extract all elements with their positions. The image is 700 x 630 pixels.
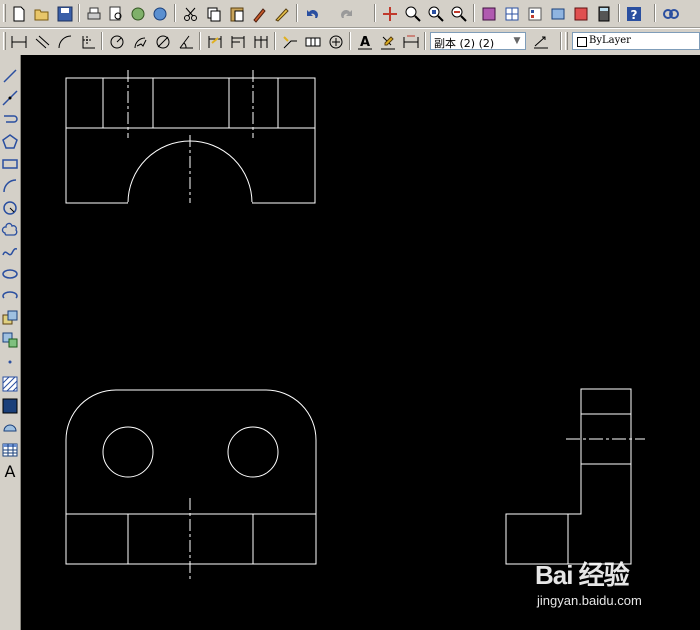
dimedit-icon[interactable]: A <box>356 33 374 51</box>
color-swatch-icon <box>577 37 587 47</box>
quick-leader-icon[interactable] <box>281 33 299 51</box>
save-icon[interactable] <box>56 5 74 23</box>
separator <box>78 4 80 22</box>
toolbar-grip[interactable] <box>565 32 568 50</box>
front-view <box>65 70 316 204</box>
separator <box>349 32 351 50</box>
polyline-icon[interactable] <box>1 111 19 129</box>
radius-icon[interactable] <box>108 33 126 51</box>
separator <box>199 32 201 50</box>
dimtedit-icon[interactable] <box>379 33 397 51</box>
dim-style-icon[interactable] <box>532 33 550 51</box>
drawing-canvas[interactable] <box>21 55 700 630</box>
sheet-set-icon[interactable] <box>549 5 567 23</box>
angular-icon[interactable] <box>177 33 195 51</box>
layer-value: ByLayer <box>589 35 631 46</box>
properties-icon[interactable] <box>480 5 498 23</box>
markup-icon[interactable] <box>572 5 590 23</box>
separator <box>473 4 475 22</box>
ellipse-arc-icon[interactable] <box>1 287 19 305</box>
dim-update-icon[interactable] <box>402 33 420 51</box>
new-icon[interactable] <box>10 5 28 23</box>
paste-icon[interactable] <box>228 5 246 23</box>
cut-icon[interactable] <box>182 5 200 23</box>
redo-icon[interactable] <box>338 5 356 23</box>
arc-length-icon[interactable] <box>56 33 74 51</box>
chevron-down-icon[interactable]: ▼ <box>510 34 524 48</box>
plot-preview-icon[interactable] <box>107 5 125 23</box>
continue-icon[interactable] <box>252 33 270 51</box>
separator <box>174 4 176 22</box>
construction-line-icon[interactable] <box>1 89 19 107</box>
text-tool-button[interactable]: A <box>1 463 19 481</box>
standard-toolbar: ? <box>0 0 700 28</box>
ordinate-icon[interactable] <box>79 33 97 51</box>
calculator-icon[interactable] <box>595 5 613 23</box>
zoom-realtime-icon[interactable] <box>404 5 422 23</box>
region-icon[interactable] <box>1 419 19 437</box>
spline-icon[interactable] <box>1 243 19 261</box>
separator <box>424 32 426 50</box>
circle-icon[interactable] <box>1 199 19 217</box>
separator <box>296 4 298 22</box>
arc-icon[interactable] <box>1 177 19 195</box>
baseline-icon[interactable] <box>229 33 247 51</box>
draw-toolbar: A <box>0 55 21 630</box>
aligned-dim-icon[interactable] <box>33 33 51 51</box>
polygon-icon[interactable] <box>1 133 19 151</box>
dim-style-select[interactable]: 副本 (2) (2) ▼ <box>430 32 526 50</box>
tolerance-icon[interactable] <box>304 33 322 51</box>
watermark: Bai 经验 jingyan.baidu.com <box>535 555 695 615</box>
help-icon[interactable]: ? <box>625 5 643 23</box>
separator <box>374 4 376 22</box>
open-icon[interactable] <box>33 5 51 23</box>
toolbar-grip[interactable] <box>3 4 6 22</box>
print-icon[interactable] <box>85 5 103 23</box>
top-view <box>65 389 317 582</box>
zoom-previous-icon[interactable] <box>450 5 468 23</box>
undo-icon[interactable] <box>303 5 321 23</box>
revision-cloud-icon[interactable] <box>1 221 19 239</box>
quick-dim-icon[interactable] <box>206 33 224 51</box>
drawing-svg <box>65 70 645 582</box>
rectangle-icon[interactable] <box>1 155 19 173</box>
block-editor-icon[interactable] <box>273 5 291 23</box>
linear-dim-icon[interactable] <box>10 33 28 51</box>
center-mark-icon[interactable] <box>327 33 345 51</box>
workspace-icon[interactable] <box>662 5 680 23</box>
publish-icon[interactable] <box>129 5 147 23</box>
pan-icon[interactable] <box>381 5 399 23</box>
watermark-url: jingyan.baidu.com <box>537 593 642 608</box>
line-icon[interactable] <box>1 67 19 85</box>
point-icon[interactable] <box>1 353 19 371</box>
baidu-logo: Bai 经验 <box>535 560 630 590</box>
separator <box>560 32 562 50</box>
insert-block-icon[interactable] <box>1 309 19 327</box>
table-icon[interactable] <box>1 441 19 459</box>
toolbar-grip[interactable] <box>3 32 6 50</box>
dim-style-value: 副本 (2) (2) <box>434 37 495 50</box>
svg-text:?: ? <box>631 8 638 22</box>
jogged-icon[interactable] <box>131 33 149 51</box>
zoom-window-icon[interactable] <box>427 5 445 23</box>
make-block-icon[interactable] <box>1 331 19 349</box>
gradient-icon[interactable] <box>1 397 19 415</box>
copy-icon[interactable] <box>205 5 223 23</box>
match-properties-icon[interactable] <box>251 5 269 23</box>
layer-select[interactable]: ByLayer <box>572 32 700 50</box>
svg-text:A: A <box>360 35 370 50</box>
separator <box>274 32 276 50</box>
diameter-icon[interactable] <box>154 33 172 51</box>
separator <box>654 4 656 22</box>
hatch-icon[interactable] <box>1 375 19 393</box>
ellipse-icon[interactable] <box>1 265 19 283</box>
3d-dwf-icon[interactable] <box>151 5 169 23</box>
side-view <box>505 388 645 565</box>
separator <box>101 32 103 50</box>
separator <box>618 4 620 22</box>
tool-palettes-icon[interactable] <box>526 5 544 23</box>
design-center-icon[interactable] <box>503 5 521 23</box>
